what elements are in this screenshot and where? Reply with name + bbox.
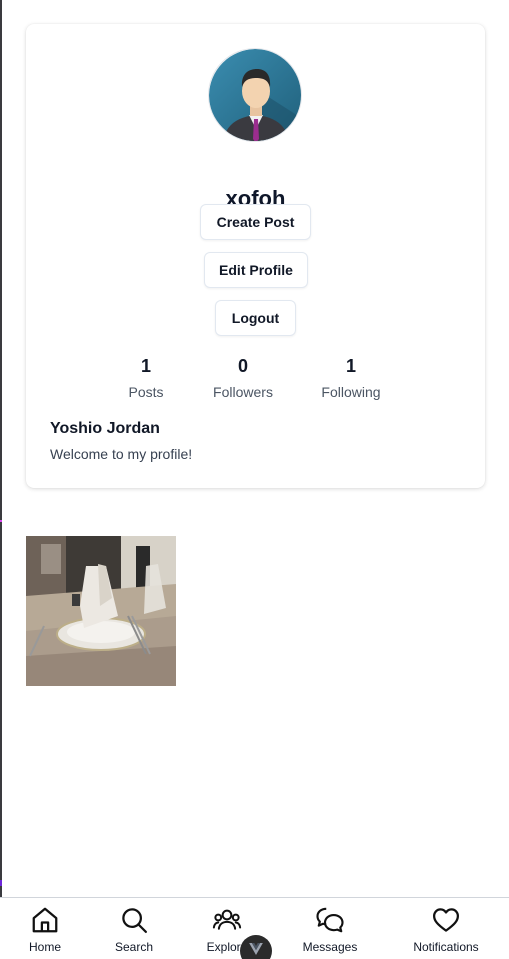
chat-bubbles-icon bbox=[314, 904, 346, 936]
nav-messages[interactable]: Messages bbox=[294, 904, 366, 954]
users-icon bbox=[211, 904, 243, 936]
search-icon bbox=[118, 904, 150, 936]
post-thumbnail[interactable] bbox=[26, 536, 176, 686]
avatar-image bbox=[209, 49, 301, 141]
stat-posts[interactable]: 1 Posts bbox=[116, 356, 176, 401]
nav-home[interactable]: Home bbox=[20, 904, 70, 954]
logout-button[interactable]: Logout bbox=[215, 300, 296, 336]
edge-accent bbox=[0, 520, 2, 522]
stat-followers[interactable]: 0 Followers bbox=[204, 356, 282, 401]
followers-count: 0 bbox=[237, 356, 248, 376]
window-edge bbox=[0, 0, 2, 959]
vue-logo-icon bbox=[249, 943, 263, 955]
stat-following[interactable]: 1 Following bbox=[316, 356, 386, 401]
edit-profile-button[interactable]: Edit Profile bbox=[204, 252, 308, 288]
nav-search-label: Search bbox=[114, 940, 154, 954]
home-icon bbox=[29, 904, 61, 936]
profile-card: xofoh Create Post Edit Profile Logout 1 … bbox=[26, 24, 485, 488]
posts-label: Posts bbox=[128, 384, 164, 400]
nav-notifications-label: Notifications bbox=[413, 940, 479, 954]
edge-accent bbox=[0, 880, 2, 886]
bio: Welcome to my profile! bbox=[50, 446, 193, 462]
app-frame: xofoh Create Post Edit Profile Logout 1 … bbox=[0, 0, 509, 959]
posts-count: 1 bbox=[140, 356, 151, 376]
following-count: 1 bbox=[345, 356, 356, 376]
nav-messages-label: Messages bbox=[302, 940, 358, 954]
devtools-toggle-button[interactable] bbox=[240, 935, 272, 959]
following-label: Following bbox=[321, 384, 381, 400]
heart-icon bbox=[430, 904, 462, 936]
avatar[interactable] bbox=[208, 48, 302, 142]
full-name: Yoshio Jordan bbox=[50, 420, 160, 437]
nav-search[interactable]: Search bbox=[107, 904, 161, 954]
nav-home-label: Home bbox=[28, 940, 61, 954]
dining-table-photo bbox=[26, 536, 176, 686]
create-post-button[interactable]: Create Post bbox=[200, 204, 311, 240]
followers-label: Followers bbox=[213, 384, 273, 400]
nav-notifications[interactable]: Notifications bbox=[404, 904, 488, 954]
